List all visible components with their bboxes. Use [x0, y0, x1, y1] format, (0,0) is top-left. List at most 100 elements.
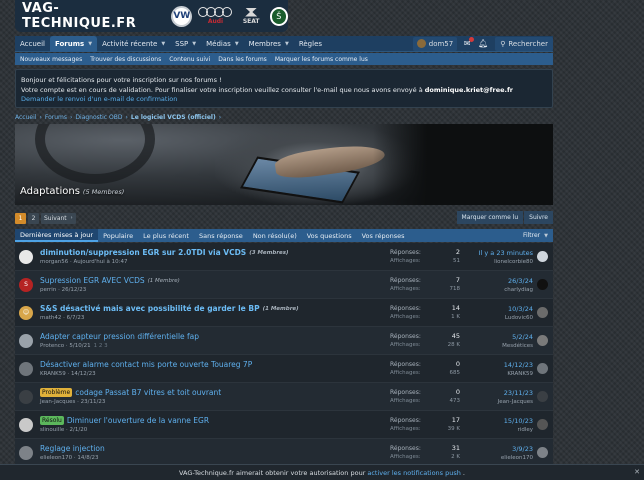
chevron-down-icon[interactable]: ▼	[192, 41, 196, 47]
thread-title[interactable]: Désactiver alarme contact mis porte ouve…	[40, 360, 252, 369]
nav-tab-5[interactable]: Membres ▼	[244, 36, 294, 52]
last-post-date[interactable]: 3/9/23	[433, 445, 533, 453]
site-logo[interactable]: VAG-TECHNIQUE.FR VW Audi SEAT Š	[15, 0, 288, 32]
last-post-user[interactable]: charlydiag	[433, 287, 533, 293]
subnav-link[interactable]: Trouver des discussions	[86, 56, 165, 63]
last-poster-avatar[interactable]	[537, 391, 548, 402]
nav-tab-3[interactable]: SSP ▼	[170, 36, 201, 52]
thread-date[interactable]: Aujourd'hui à 10:47	[73, 259, 127, 265]
thread-date[interactable]: 23/11/23	[81, 399, 106, 405]
thread-author[interactable]: perrin	[40, 287, 56, 293]
thread-title[interactable]: Reglage injection	[40, 444, 105, 453]
author-avatar[interactable]	[19, 249, 33, 264]
subnav-link[interactable]: Marquer les forums comme lus	[271, 56, 372, 63]
filter-button[interactable]: Filtrer ▼	[523, 232, 553, 239]
next-page-button[interactable]: Suivant ›	[41, 212, 76, 224]
table-row[interactable]: Problème codage Passat B7 vitres et toit …	[15, 383, 553, 411]
last-post-user[interactable]: lionelcorbie80	[433, 259, 533, 265]
thread-title[interactable]: Adapter capteur pression différentielle …	[40, 332, 199, 341]
chevron-down-icon[interactable]: ▼	[88, 41, 92, 47]
nav-tab-6[interactable]: Règles	[294, 36, 327, 52]
last-post-date[interactable]: Il y a 23 minutes	[433, 249, 533, 257]
subnav-link[interactable]: Contenu suivi	[165, 56, 214, 63]
last-post-user[interactable]: Mesdétices	[433, 343, 533, 349]
last-post-date[interactable]: 26/3/24	[433, 277, 533, 285]
last-poster-avatar[interactable]	[537, 419, 548, 430]
last-poster-avatar[interactable]	[537, 279, 548, 290]
resend-email-link[interactable]: Demander le renvoi d'un e-mail de confir…	[21, 95, 547, 105]
last-poster-avatar[interactable]	[537, 251, 548, 262]
user-menu[interactable]: dom57	[412, 36, 458, 51]
chevron-down-icon[interactable]: ▼	[161, 41, 165, 47]
thread-date[interactable]: 5/10/21	[69, 343, 90, 349]
filter-tab[interactable]: Le plus récent	[138, 229, 194, 242]
search-button[interactable]: ⚲ Rechercher	[495, 36, 553, 51]
last-post-date[interactable]: 23/11/23	[433, 389, 533, 397]
breadcrumb-item[interactable]: Le logiciel VCDS (officiel)	[131, 114, 216, 121]
thread-author[interactable]: elieleon170	[40, 455, 72, 461]
chevron-down-icon[interactable]: ▼	[235, 41, 239, 47]
table-row[interactable]: Adapter capteur pression différentielle …	[15, 327, 553, 355]
mark-read-button[interactable]: Marquer comme lu	[456, 211, 524, 224]
table-row[interactable]: S Supression EGR AVEC VCDS (1 Membre) perri…	[15, 271, 553, 299]
thread-prefix-badge[interactable]: Résolu	[40, 416, 64, 425]
thread-pages[interactable]: 1 2 3	[94, 343, 108, 349]
follow-button[interactable]: Suivre	[524, 211, 553, 224]
author-avatar[interactable]	[19, 445, 33, 460]
inbox-icon[interactable]: ✉	[459, 36, 475, 51]
thread-prefix-badge[interactable]: Problème	[40, 388, 73, 397]
thread-date[interactable]: 14/12/23	[71, 371, 96, 377]
thread-author[interactable]: slinouille	[40, 427, 64, 433]
thread-title[interactable]: diminution/suppression EGR sur 2.0TDI vi…	[40, 248, 246, 257]
breadcrumb-item[interactable]: Accueil	[15, 114, 36, 121]
breadcrumb-item[interactable]: Diagnostic OBD	[75, 114, 122, 121]
author-avatar[interactable]: S	[19, 277, 33, 292]
thread-date[interactable]: 2/1/20	[69, 427, 87, 433]
thread-date[interactable]: 26/12/23	[62, 287, 87, 293]
enable-push-link[interactable]: activer les notifications push	[367, 469, 461, 477]
table-row[interactable]: Résolu Diminuer l'ouverture de la vanne E…	[15, 411, 553, 439]
nav-tab-1[interactable]: Forums ▼	[50, 35, 98, 52]
page-link[interactable]: 2	[28, 212, 39, 224]
table-row[interactable]: ☺ S&S désactivé mais avec possibilité de …	[15, 299, 553, 327]
breadcrumb-item[interactable]: Forums	[45, 114, 67, 121]
thread-title[interactable]: S&S désactivé mais avec possibilité de g…	[40, 304, 260, 313]
last-post-user[interactable]: Ludovic60	[433, 315, 533, 321]
filter-tab[interactable]: Populaire	[98, 229, 138, 242]
author-avatar[interactable]	[19, 417, 33, 432]
last-post-date[interactable]: 14/12/23	[433, 361, 533, 369]
thread-author[interactable]: Protenco	[40, 343, 64, 349]
thread-title[interactable]: Diminuer l'ouverture de la vanne EGR	[67, 416, 209, 425]
thread-date[interactable]: 6/7/23	[67, 315, 85, 321]
thread-title[interactable]: Supression EGR AVEC VCDS	[40, 276, 145, 285]
close-icon[interactable]: ✕	[634, 468, 640, 476]
thread-title[interactable]: codage Passat B7 vitres et toit ouvrant	[75, 388, 221, 397]
thread-author[interactable]: morgan56	[40, 259, 68, 265]
filter-tab[interactable]: Vos réponses	[357, 229, 410, 242]
author-avatar[interactable]: ☺	[19, 305, 33, 320]
bell-icon[interactable]: 🔔︎	[475, 37, 491, 51]
last-post-user[interactable]: ridley	[433, 427, 533, 433]
thread-author[interactable]: Jean-Jacques	[40, 399, 75, 405]
last-post-date[interactable]: 10/3/24	[433, 305, 533, 313]
thread-author[interactable]: math42	[40, 315, 61, 321]
last-post-user[interactable]: Jean-Jacques	[433, 399, 533, 405]
table-row[interactable]: Désactiver alarme contact mis porte ouve…	[15, 355, 553, 383]
last-post-date[interactable]: 5/2/24	[433, 333, 533, 341]
nav-tab-4[interactable]: Médias ▼	[201, 36, 244, 52]
author-avatar[interactable]	[19, 333, 33, 348]
filter-tab[interactable]: Vos questions	[302, 229, 357, 242]
last-poster-avatar[interactable]	[537, 447, 548, 458]
filter-tab[interactable]: Sans réponse	[194, 229, 248, 242]
last-post-user[interactable]: elieleon170	[433, 455, 533, 461]
subnav-link[interactable]: Dans les forums	[214, 56, 271, 63]
chevron-down-icon[interactable]: ▼	[285, 41, 289, 47]
nav-tab-0[interactable]: Accueil	[15, 36, 50, 52]
thread-author[interactable]: KRANK59	[40, 371, 66, 377]
author-avatar[interactable]	[19, 389, 33, 404]
last-poster-avatar[interactable]	[537, 363, 548, 374]
filter-tab[interactable]: Dernières mises à jour	[15, 229, 99, 242]
last-poster-avatar[interactable]	[537, 335, 548, 346]
subnav-link[interactable]: Nouveaux messages	[16, 56, 86, 63]
filter-tab[interactable]: Non résolu(e)	[248, 229, 302, 242]
